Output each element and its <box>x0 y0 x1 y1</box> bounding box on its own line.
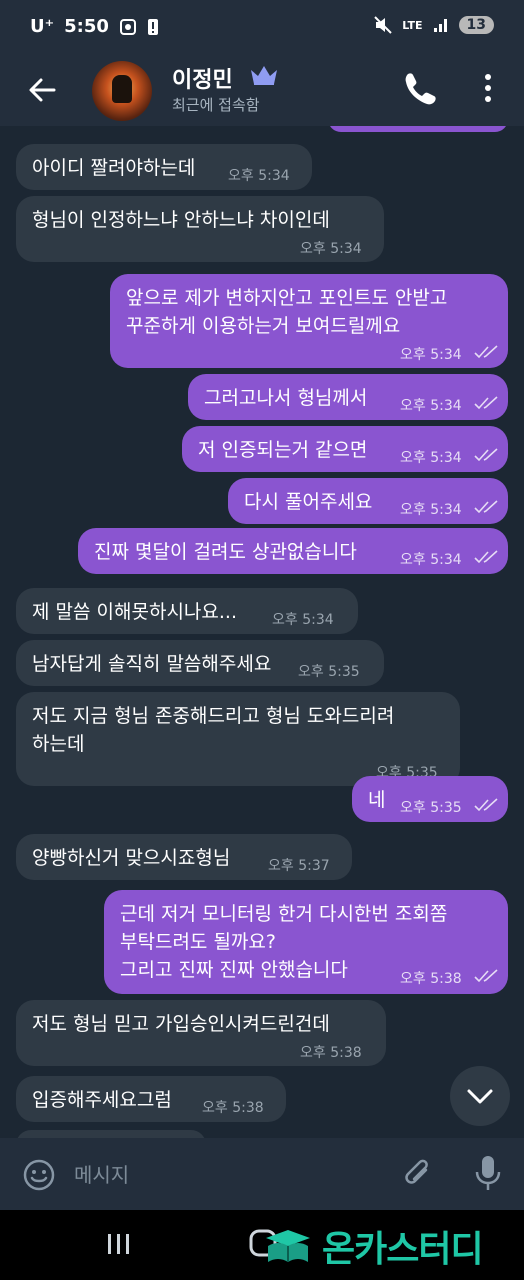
message-input[interactable] <box>72 1152 376 1198</box>
message-time: 오후 5:34 <box>228 168 290 184</box>
read-receipt-icon <box>474 396 498 410</box>
read-receipt-icon <box>474 448 498 462</box>
message-text: 제 말씀 이해못하시나요... <box>32 601 237 623</box>
message-time: 오후 5:35 <box>400 800 462 816</box>
read-receipt-icon <box>474 798 498 812</box>
clock: 5:50 <box>64 16 109 37</box>
message-text-line: 부탁드려도 될까요? <box>120 931 276 953</box>
system-nav-bar: 온카스터디 <box>0 1210 524 1280</box>
screenshot-icon <box>119 18 136 35</box>
message-bubble[interactable]: 저 인증되는거 같으면 오후 5:34 <box>182 426 508 472</box>
message-bubble[interactable]: 저도 지금 형님 존중해드리고 형님 도와드리려 하는데 오후 5:35 <box>16 692 460 786</box>
message-time: 오후 5:34 <box>400 450 462 466</box>
composer <box>0 1138 524 1210</box>
message-text: 진짜 몇달이 걸려도 상관없습니다 <box>94 541 357 563</box>
message-time: 오후 5:35 <box>298 664 360 680</box>
message-bubble[interactable]: 남자답게 솔직히 말씀해주세요 오후 5:35 <box>16 640 384 686</box>
message-bubble[interactable]: 근데 저거 모니터링 한거 다시한번 조회쫌 부탁드려도 될까요? 그리고 진짜… <box>104 890 508 994</box>
message-bubble[interactable]: 네 오후 5:35 <box>352 776 508 822</box>
message-text: 입증해주세요그럼 <box>32 1089 172 1111</box>
message-time: 오후 5:34 <box>400 502 462 518</box>
message-text-line: 앞으로 제가 변하지안고 포인트도 안받고 <box>126 287 448 309</box>
message-bubble[interactable]: 양빵하신거 맞으시죠형님 오후 5:37 <box>16 834 352 880</box>
message-text: 양빵하신거 맞으시죠형님 <box>32 847 231 869</box>
message-text: 아이디 짤려야하는데 <box>32 157 196 179</box>
message-text: 다시 풀어주세요 <box>244 491 373 513</box>
message-bubble[interactable]: 진짜 몇달이 걸려도 상관없습니다 오후 5:34 <box>78 528 508 574</box>
message-bubble[interactable]: 저도 형님 믿고 가입승인시켜드린건데 오후 5:38 <box>16 1000 386 1066</box>
message-bubble[interactable]: 형님이 인정하느냐 안하느냐 차이인데 오후 5:34 <box>16 196 384 262</box>
paperclip-icon[interactable] <box>402 1156 434 1192</box>
message-time: 오후 5:34 <box>400 398 462 414</box>
read-receipt-icon <box>474 550 498 564</box>
book-logo-icon <box>266 1230 310 1262</box>
message-text-line: 그리고 진짜 진짜 안했습니다 <box>120 959 348 981</box>
back-arrow-icon[interactable] <box>24 72 60 108</box>
contact-name[interactable]: 이정민 <box>172 62 233 94</box>
watermark-text: 온카스터디 <box>322 1229 484 1270</box>
avatar[interactable] <box>92 61 152 121</box>
alert-icon <box>147 18 158 35</box>
status-bar: U⁺ 5:50 LTE 13 <box>0 0 524 56</box>
message-text-line: 하는데 <box>32 733 85 755</box>
microphone-icon[interactable] <box>472 1154 504 1192</box>
message-time: 오후 5:37 <box>268 858 330 874</box>
scroll-to-bottom-button[interactable] <box>450 1066 510 1126</box>
chat-header: 이정민 최근에 접속함 <box>0 56 524 126</box>
read-receipt-icon <box>474 500 498 514</box>
message-text: 형님이 인정하느냐 안하느냐 차이인데 <box>32 209 330 231</box>
message-time: 오후 5:38 <box>202 1100 264 1116</box>
message-bubble[interactable]: 아이디 짤려야하는데 오후 5:34 <box>16 144 312 190</box>
message-text: 저도 형님 믿고 가입승인시켜드린건데 <box>32 1013 330 1035</box>
message-bubble-partial <box>328 126 508 132</box>
message-time: 오후 5:38 <box>300 1045 362 1061</box>
read-receipt-icon <box>474 969 498 983</box>
watermark: 온카스터디 <box>262 1220 484 1272</box>
read-receipt-icon <box>474 345 498 359</box>
message-bubble[interactable]: 제 말씀 이해못하시나요... 오후 5:34 <box>16 588 358 634</box>
carrier-label: U⁺ <box>30 16 55 37</box>
last-seen-status: 최근에 접속함 <box>172 96 260 114</box>
message-time: 오후 5:34 <box>272 612 334 628</box>
message-bubble-partial <box>16 1130 206 1138</box>
message-text-line: 저도 지금 형님 존중해드리고 형님 도와드리려 <box>32 705 395 727</box>
message-time: 오후 5:38 <box>400 971 462 987</box>
message-text: 네 <box>368 789 386 811</box>
message-time: 오후 5:34 <box>400 552 462 568</box>
signal-icon <box>433 19 447 32</box>
message-text-line: 근데 저거 모니터링 한거 다시한번 조회쫌 <box>120 903 448 925</box>
message-bubble[interactable]: 입증해주세요그럼 오후 5:38 <box>16 1076 286 1122</box>
mute-icon <box>374 16 393 34</box>
message-bubble[interactable]: 그러고나서 형님께서 오후 5:34 <box>188 374 508 420</box>
message-time: 오후 5:34 <box>300 241 362 257</box>
crown-icon <box>251 66 277 85</box>
message-text: 저 인증되는거 같으면 <box>198 439 368 461</box>
message-bubble[interactable]: 다시 풀어주세요 오후 5:34 <box>228 478 508 524</box>
battery-level: 13 <box>458 16 494 34</box>
message-list[interactable]: 아이디 짤려야하는데 오후 5:34 형님이 인정하느냐 안하느냐 차이인데 오… <box>0 126 524 1138</box>
network-label: LTE <box>402 18 423 32</box>
more-vertical-icon[interactable] <box>480 72 496 104</box>
message-text: 남자답게 솔직히 말씀해주세요 <box>32 653 272 675</box>
recent-apps-icon[interactable] <box>104 1230 134 1258</box>
message-bubble[interactable]: 앞으로 제가 변하지안고 포인트도 안받고 꾸준하게 이용하는거 보여드릴께요 … <box>110 274 508 368</box>
chevron-down-icon <box>467 1089 493 1104</box>
message-time: 오후 5:34 <box>400 347 462 363</box>
emoji-icon[interactable] <box>22 1158 56 1192</box>
message-text-line: 꾸준하게 이용하는거 보여드릴께요 <box>126 315 401 337</box>
phone-icon[interactable] <box>402 70 436 106</box>
message-text: 그러고나서 형님께서 <box>204 387 368 409</box>
